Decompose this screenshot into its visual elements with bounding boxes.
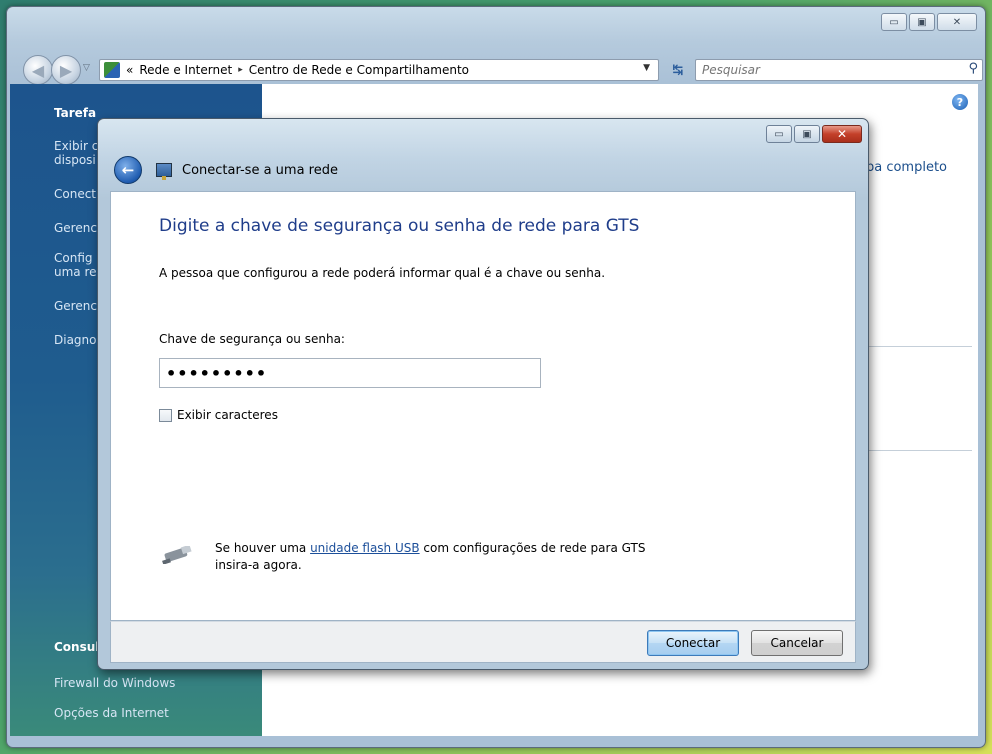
usb-hint-text-continued: com configurações de rede para GTS xyxy=(419,541,646,555)
forward-button[interactable]: ▶ xyxy=(51,55,81,85)
tasks-heading: Tarefa xyxy=(54,106,97,120)
refresh-button[interactable]: ↹ xyxy=(667,59,689,81)
explorer-caption-buttons: ▭ ▣ ✕ xyxy=(881,13,977,31)
dialog-header: ← Conectar-se a uma rede xyxy=(114,155,338,185)
dialog-footer: Conectar Cancelar xyxy=(110,621,856,663)
task-link-connect[interactable]: Conect xyxy=(54,187,96,201)
help-icon[interactable]: ? xyxy=(952,94,968,110)
cancel-button[interactable]: Cancelar xyxy=(751,630,843,656)
connect-network-dialog: ▭ ▣ ✕ ← Conectar-se a uma rede Digite a … xyxy=(97,118,869,670)
maximize-button[interactable]: ▣ xyxy=(909,13,935,31)
network-icon xyxy=(156,163,172,180)
link-internet-options[interactable]: Opções da Internet xyxy=(54,706,169,720)
see-also-heading: Consul xyxy=(54,640,100,654)
usb-hint-text: Se houver uma xyxy=(215,541,311,555)
network-center-icon xyxy=(104,62,120,78)
usb-drive-icon xyxy=(162,546,192,564)
task-link-manage-2[interactable]: Gerenc xyxy=(54,299,97,313)
dialog-info-text: A pessoa que configurou a rede poderá in… xyxy=(159,266,606,280)
dialog-close-button[interactable]: ✕ xyxy=(822,125,862,143)
back-button[interactable]: ◀ xyxy=(23,55,53,85)
task-link-diagnose[interactable]: Diagno xyxy=(54,333,97,347)
usb-hint: Se houver uma unidade flash USB com conf… xyxy=(215,540,735,574)
arrow-left-icon: ← xyxy=(121,161,135,179)
dialog-title: Conectar-se a uma rede xyxy=(182,162,338,178)
breadcrumb-separator-icon[interactable]: ▸ xyxy=(238,65,243,75)
security-key-input[interactable] xyxy=(159,358,541,388)
navigation-bar: ◀ ▶ ▽ « Rede e Internet ▸ Centro de Rede… xyxy=(23,55,983,85)
recent-pages-dropdown[interactable]: ▽ xyxy=(83,63,90,73)
dialog-content: Digite a chave de segurança ou senha de … xyxy=(110,191,856,621)
task-link-view-devices[interactable]: Exibir c xyxy=(54,139,98,153)
dialog-back-button[interactable]: ← xyxy=(114,156,142,184)
dialog-heading: Digite a chave de segurança ou senha de … xyxy=(159,216,640,236)
arrow-left-icon: ◀ xyxy=(31,60,45,80)
security-key-label: Chave de segurança ou senha: xyxy=(159,332,345,346)
show-characters-option[interactable]: Exibir caracteres xyxy=(159,408,278,422)
divider xyxy=(862,346,972,347)
divider xyxy=(862,450,972,451)
breadcrumb-network-center[interactable]: Centro de Rede e Compartilhamento xyxy=(249,63,469,77)
search-icon[interactable]: ⚲ xyxy=(968,61,978,76)
refresh-icon: ↹ xyxy=(672,62,684,78)
show-characters-label[interactable]: Exibir caracteres xyxy=(177,408,278,422)
address-bar[interactable]: « Rede e Internet ▸ Centro de Rede e Com… xyxy=(99,59,659,81)
full-map-link[interactable]: apa completo xyxy=(858,160,947,175)
dialog-minimize-button[interactable]: ▭ xyxy=(766,125,792,143)
breadcrumb-overflow[interactable]: « xyxy=(126,63,133,77)
address-dropdown-icon[interactable]: ▼ xyxy=(643,63,650,73)
breadcrumb-rede-internet[interactable]: Rede e Internet xyxy=(139,63,232,77)
connect-button[interactable]: Conectar xyxy=(647,630,739,656)
task-link-manage-1[interactable]: Gerenc xyxy=(54,221,97,235)
search-box[interactable]: ⚲ xyxy=(695,59,983,81)
usb-hint-text-line2: insira-a agora. xyxy=(215,558,302,572)
show-characters-checkbox[interactable] xyxy=(159,408,172,422)
arrow-right-icon: ▶ xyxy=(59,60,73,80)
usb-flash-drive-link[interactable]: unidade flash USB xyxy=(310,541,420,555)
dialog-caption-buttons: ▭ ▣ ✕ xyxy=(766,125,862,143)
minimize-button[interactable]: ▭ xyxy=(881,13,907,31)
task-link-view-devices-line2[interactable]: disposi xyxy=(54,153,96,167)
search-input[interactable] xyxy=(702,63,942,77)
task-link-configure[interactable]: Config xyxy=(54,251,93,265)
dialog-maximize-button[interactable]: ▣ xyxy=(794,125,820,143)
task-link-configure-line2[interactable]: uma re xyxy=(54,265,97,279)
link-windows-firewall[interactable]: Firewall do Windows xyxy=(54,676,175,690)
close-button[interactable]: ✕ xyxy=(937,13,977,31)
